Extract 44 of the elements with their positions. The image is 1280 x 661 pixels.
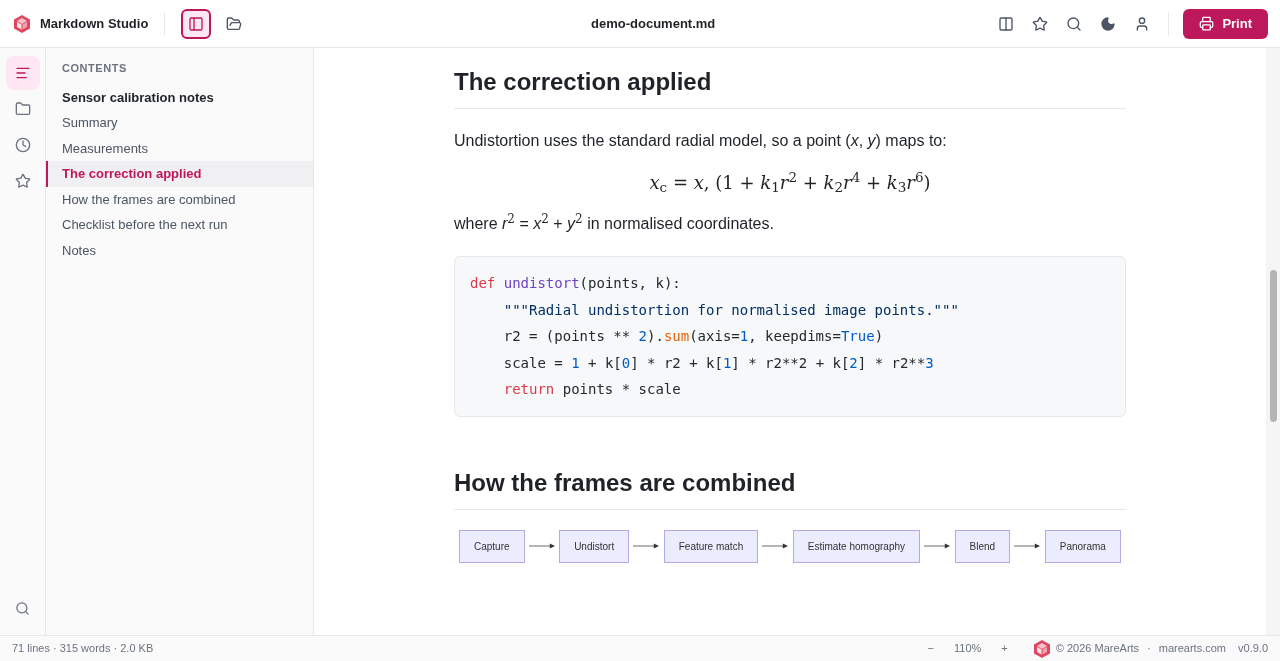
flow-node: Capture (459, 529, 525, 563)
sidebar-toggle-button[interactable] (181, 8, 212, 39)
toc-item[interactable]: Notes (46, 237, 313, 263)
site-link[interactable]: marearts.com (1158, 640, 1227, 657)
print-button[interactable]: Print (1183, 8, 1268, 39)
version: v0.9.0 (1238, 641, 1268, 657)
flow-node: Feature match (663, 529, 759, 563)
section-heading: How the frames are combined (454, 464, 1126, 510)
flow-arrow (528, 542, 555, 550)
zoom-out-button[interactable]: − (923, 640, 939, 657)
flow-node: Estimate homography (792, 529, 921, 563)
separator: · (1147, 641, 1151, 657)
paragraph: Undistortion uses the standard radial model, so a point (x, y) maps to: (454, 131, 948, 151)
cube-logo-icon (1031, 638, 1052, 659)
printer-icon (1199, 16, 1215, 31)
flow-node: Undistort (559, 529, 630, 563)
cube-logo-icon (12, 13, 32, 34)
zoom-in-button[interactable]: + (997, 640, 1012, 657)
document-title: demo-document.md (591, 14, 716, 33)
flow-arrow (1014, 542, 1041, 550)
math-formula: x$_{c}$ = x, (1 + k$_{1}$r$^{2}$ + k$_{2}$r$^{4}$ + k$_{3}$r$^{6}$) (649, 169, 931, 196)
toc-item[interactable]: Sensor calibration notes (46, 84, 313, 110)
contents-icon[interactable] (5, 56, 40, 90)
flow-node: Blend (954, 529, 1011, 563)
paragraph: where r$^{2}$ = x$^{2}$ + y$^{2}$ in normalised coordinates. (454, 212, 775, 234)
flow-node: Panorama (1044, 529, 1121, 563)
app-name: Markdown Studio (40, 14, 149, 33)
copyright: © 2026 MareArts (1055, 641, 1140, 657)
flow-arrow (762, 542, 789, 550)
document-stats: 71 lines · 315 words · 2.0 KB (12, 641, 154, 657)
toc-item[interactable]: Summary (46, 110, 313, 136)
toc-item[interactable]: Checklist before the next run (46, 212, 313, 238)
folder-icon (226, 15, 243, 32)
zoom-level: 110% (954, 641, 982, 657)
toc-item[interactable]: How the frames are combined (46, 186, 313, 212)
flow-arrow (633, 542, 660, 550)
toc-item[interactable]: The correction applied (46, 161, 313, 187)
section-heading: The correction applied (454, 64, 1126, 109)
contents-heading: CONTENTS (61, 61, 128, 76)
flow-arrow (924, 542, 951, 550)
sidebar-icon (188, 15, 205, 32)
toc-item[interactable]: Measurements (46, 135, 313, 161)
scrollbar[interactable] (1266, 48, 1280, 635)
code-block: def undistort(points, k): """Radial undistortion for normalised image points.""" r2 = (points ** 2).sum(axis=1, keepdims=True) scale = 1 + k[0] * r2 + k[1] * r2**2 + k[2] * r2**3 return points * scale (454, 256, 1126, 417)
